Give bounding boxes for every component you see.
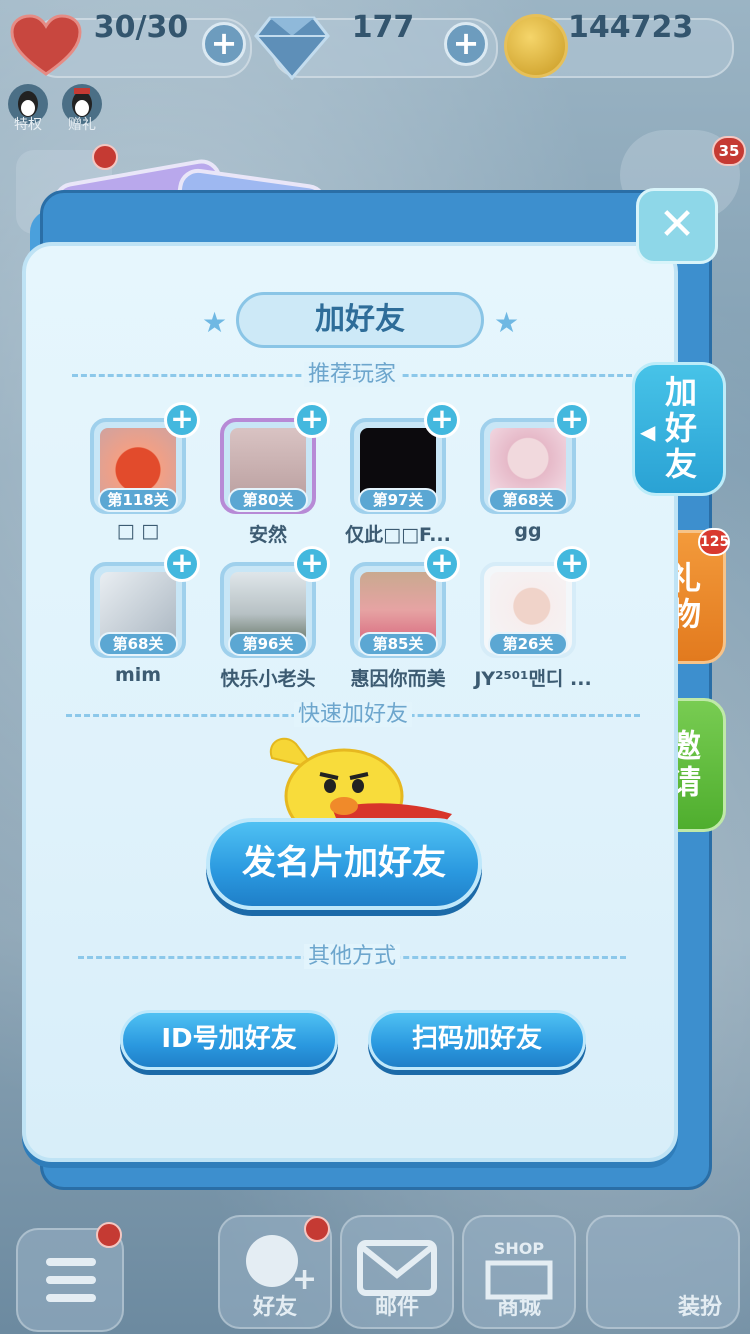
- mail-label: 邮件: [374, 1295, 419, 1320]
- background-red-dot: [92, 144, 118, 170]
- gems-value: 177: [351, 10, 415, 45]
- dress-up-button[interactable]: 装扮: [586, 1215, 740, 1329]
- player-level: 第26关: [488, 632, 568, 656]
- shop-label: 商城: [496, 1295, 541, 1320]
- add-gems-button[interactable]: +: [444, 22, 488, 66]
- dress-up-label: 装扮: [677, 1295, 722, 1320]
- coin-icon: [504, 14, 568, 78]
- top-right-badge: 35: [712, 136, 746, 166]
- gift-badge: 125: [698, 528, 730, 556]
- lives-value: 30/30: [93, 10, 189, 45]
- qq-gift-label: 赠礼: [68, 117, 96, 133]
- star-icon: ★: [494, 306, 520, 339]
- player-card[interactable]: 第85关 + 惠因你而美: [350, 546, 480, 692]
- player-name: 惠因你而美: [350, 668, 446, 690]
- add-lives-button[interactable]: +: [202, 22, 246, 66]
- player-level: 第96关: [228, 632, 308, 656]
- section-recommended: 推荐玩家: [72, 360, 632, 390]
- section-other-methods: 其他方式: [78, 942, 626, 972]
- player-level: 第68关: [488, 488, 568, 512]
- coins-value: 144723: [568, 10, 694, 45]
- add-friend-plus-icon[interactable]: +: [554, 402, 590, 438]
- player-level: 第118关: [98, 488, 178, 512]
- add-friend-plus-icon[interactable]: +: [294, 402, 330, 438]
- player-level: 第97关: [358, 488, 438, 512]
- player-level: 第85关: [358, 632, 438, 656]
- add-friend-plus-icon[interactable]: +: [164, 402, 200, 438]
- add-friend-plus-icon[interactable]: +: [554, 546, 590, 582]
- heart-icon: [10, 14, 82, 76]
- top-resource-bar: 30/30 + 177 + 144723: [0, 0, 750, 90]
- star-icon: ★: [202, 306, 228, 339]
- player-card[interactable]: 第26关 + JY²⁵⁰¹맨디 ...: [474, 546, 610, 692]
- add-friend-plus-icon[interactable]: +: [424, 402, 460, 438]
- id-add-friend-button[interactable]: ID号加好友: [120, 1010, 338, 1070]
- player-name: gg: [514, 520, 542, 542]
- mail-button[interactable]: 邮件: [340, 1215, 454, 1329]
- menu-red-dot: [96, 1222, 122, 1248]
- player-name: 安然: [248, 524, 287, 546]
- tab-active-arrow-icon: ◀: [640, 420, 656, 444]
- player-level: 第80关: [228, 488, 308, 512]
- player-name: mim: [114, 664, 162, 686]
- friends-label: 好友: [252, 1295, 297, 1320]
- dialog-title: 加好友: [236, 292, 484, 348]
- scan-add-friend-button[interactable]: 扫码加好友: [368, 1010, 586, 1070]
- add-friend-plus-icon[interactable]: +: [294, 546, 330, 582]
- add-friend-plus-icon[interactable]: +: [164, 546, 200, 582]
- shop-button[interactable]: SHOP 商城: [462, 1215, 576, 1329]
- player-card[interactable]: 第68关 + gg: [480, 402, 610, 548]
- friends-red-dot: [304, 1216, 330, 1242]
- close-button[interactable]: ✕: [636, 188, 718, 264]
- player-name: □ □: [116, 520, 160, 542]
- player-name: 仅此□□F...: [345, 524, 451, 546]
- send-card-add-friend-button[interactable]: 发名片加好友: [206, 818, 482, 910]
- player-name: 快乐小老头: [220, 668, 316, 690]
- add-friend-plus-icon[interactable]: +: [424, 546, 460, 582]
- section-quick-add: 快速加好友: [66, 700, 640, 730]
- player-level: 第68关: [98, 632, 178, 656]
- diamond-icon: [254, 16, 330, 80]
- player-name: JY²⁵⁰¹맨디 ...: [474, 668, 592, 690]
- qq-privilege-label: 特权: [14, 117, 42, 133]
